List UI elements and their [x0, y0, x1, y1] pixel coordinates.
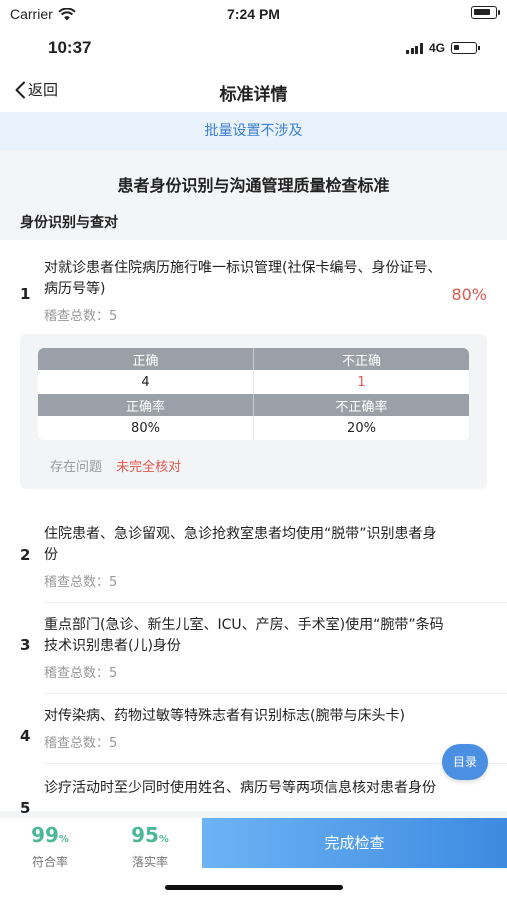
network-type: 4G: [428, 41, 445, 55]
list-item[interactable]: 1 对就诊患者住院病历施行唯一标识管理(社保卡编号、身份证号、病历号等) 80%…: [0, 240, 507, 324]
column-header-incorrect-rate: 不正确率: [253, 394, 469, 416]
implementation-rate-value: 95: [131, 823, 159, 847]
compliance-rate-stat: 99% 符合率: [0, 818, 100, 869]
problem-value: 未完全核对: [116, 460, 182, 475]
item-detail-panel: 正确 不正确 4 1 正确率 不正确率 80% 20% 存在问题 未完全核对: [20, 334, 487, 489]
outer-status-bar: Carrier 7:24 PM: [0, 0, 507, 30]
battery-icon: [451, 42, 480, 54]
incorrect-rate: 20%: [253, 416, 469, 440]
document-title: 患者身份识别与沟通管理质量检查标准: [0, 150, 507, 206]
complete-inspection-button[interactable]: 完成检查: [202, 818, 507, 868]
home-indicator[interactable]: [165, 885, 343, 890]
item-text: 对就诊患者住院病历施行唯一标识管理(社保卡编号、身份证号、病历号等): [44, 260, 442, 297]
compliance-rate-unit: %: [58, 834, 69, 845]
outer-clock: 7:24 PM: [227, 6, 280, 22]
item-text: 重点部门(急诊、新生儿室、ICU、产房、手术室)使用“腕带”条码技术识别患者(儿…: [44, 617, 444, 654]
column-header-correct-rate: 正确率: [38, 394, 254, 416]
problem-label: 存在问题: [50, 460, 103, 475]
list-item[interactable]: 5 诊疗活动时至少同时使用姓名、病历号等两项信息核对患者身份: [0, 764, 507, 817]
problem-row: 存在问题 未完全核对: [38, 456, 469, 475]
page-title: 标准详情: [219, 85, 288, 105]
item-text: 诊疗活动时至少同时使用姓名、病历号等两项信息核对患者身份: [44, 780, 436, 796]
item-number: 3: [20, 636, 31, 654]
item-text: 住院患者、急诊留观、急诊抢救室患者均使用“脱带”识别患者身份: [44, 526, 437, 563]
signal-icon: [406, 42, 423, 54]
item-audit-count: 稽查总数：5: [44, 575, 118, 590]
incorrect-count: 1: [253, 370, 469, 394]
item-rate: 80%: [451, 285, 487, 304]
home-indicator-area: [0, 868, 507, 900]
compliance-rate-value: 99: [31, 823, 59, 847]
stats-table: 正确 不正确 4 1 正确率 不正确率 80% 20%: [38, 348, 469, 440]
battery-icon: [471, 6, 500, 19]
item-text: 对传染病、药物过敏等特殊志者有识别标志(腕带与床头卡): [44, 708, 405, 724]
list-item[interactable]: 3 重点部门(急诊、新生儿室、ICU、产房、手术室)使用“腕带”条码技术识别患者…: [0, 603, 507, 693]
inner-clock: 10:37: [48, 38, 92, 57]
nav-bar: 返回 标准详情: [0, 70, 507, 112]
correct-rate: 80%: [38, 416, 254, 440]
back-button[interactable]: 返回: [14, 79, 58, 100]
back-label: 返回: [28, 81, 59, 99]
list-item[interactable]: 4 对传染病、药物过敏等特殊志者有识别标志(腕带与床头卡) 稽查总数：5: [0, 694, 507, 763]
list-item[interactable]: 2 住院患者、急诊留观、急诊抢救室患者均使用“脱带”识别患者身份 稽查总数：5: [0, 517, 507, 602]
batch-not-applicable-button[interactable]: 批量设置不涉及: [0, 112, 507, 150]
implementation-rate-unit: %: [158, 834, 169, 845]
item-list: 1 对就诊患者住院病历施行唯一标识管理(社保卡编号、身份证号、病历号等) 80%…: [0, 240, 507, 817]
item-number: 5: [20, 799, 31, 817]
item-audit-count: 稽查总数：5: [44, 309, 118, 324]
implementation-rate-stat: 95% 落实率: [100, 818, 200, 869]
column-header-incorrect: 不正确: [253, 348, 469, 370]
table-of-contents-button[interactable]: 目录: [442, 744, 488, 780]
correct-count: 4: [38, 370, 254, 394]
section-title: 身份识别与查对: [0, 206, 507, 240]
item-number: 4: [20, 727, 31, 745]
item-audit-count: 稽查总数：5: [44, 666, 118, 681]
item-number: 2: [20, 546, 31, 564]
chevron-left-icon: [15, 81, 25, 98]
bottom-bar: 99% 符合率 95% 落实率 完成检查: [0, 818, 507, 869]
item-audit-count: 稽查总数：5: [44, 736, 118, 751]
column-header-correct: 正确: [38, 348, 254, 370]
item-number: 1: [20, 285, 31, 303]
content-area[interactable]: 患者身份识别与沟通管理质量检查标准 身份识别与查对 1 对就诊患者住院病历施行唯…: [0, 150, 507, 818]
inner-status-bar: 10:37 4G: [0, 30, 507, 66]
